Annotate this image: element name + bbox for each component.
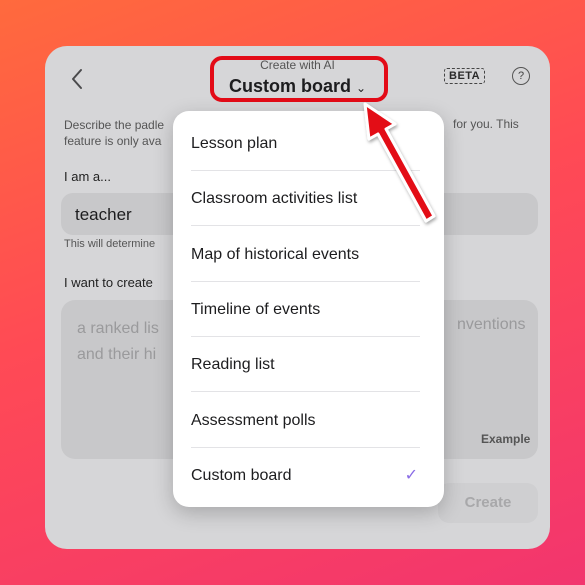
description-text: Describe the padle feature is only ava — [64, 117, 164, 149]
description-line-1: Describe the padle — [64, 118, 165, 132]
beta-badge: BETA — [444, 68, 486, 84]
prompt-label: I want to create — [64, 275, 153, 290]
menu-item-assessment-polls[interactable]: Assessment polls — [173, 393, 444, 448]
help-icon[interactable]: ? — [512, 67, 530, 85]
menu-item-label: Reading list — [191, 356, 275, 373]
create-button[interactable]: Create — [438, 483, 538, 523]
prompt-line-2: and their hi — [77, 346, 157, 363]
menu-item-custom-board[interactable]: Custom board ✓ — [173, 448, 444, 503]
menu-item-reading-list[interactable]: Reading list — [173, 337, 444, 392]
prompt-placeholder: a ranked lis and their hi — [77, 316, 159, 368]
description-line-2: feature is only ava — [64, 134, 162, 148]
example-button[interactable]: Example — [481, 432, 530, 446]
menu-item-label: Lesson plan — [191, 135, 278, 152]
checkmark-icon: ✓ — [404, 467, 418, 484]
menu-item-label: Custom board — [191, 467, 292, 484]
menu-item-label: Map of historical events — [191, 246, 360, 263]
menu-item-label: Assessment polls — [191, 412, 316, 429]
menu-item-label: Classroom activities list — [191, 190, 358, 207]
role-label: I am a... — [64, 169, 111, 184]
menu-item-label: Timeline of events — [191, 301, 321, 318]
menu-item-map-historical-events[interactable]: Map of historical events — [173, 227, 444, 282]
role-value: teacher — [75, 205, 132, 224]
prompt-line-1: a ranked lis — [77, 320, 159, 337]
divider — [191, 391, 420, 392]
description-right: for you. This — [453, 117, 519, 131]
menu-item-timeline[interactable]: Timeline of events — [173, 282, 444, 337]
role-hint: This will determine — [64, 238, 156, 250]
pointer-arrow-icon — [363, 102, 436, 223]
highlight-box — [210, 56, 388, 102]
prompt-right: nventions — [457, 316, 526, 333]
